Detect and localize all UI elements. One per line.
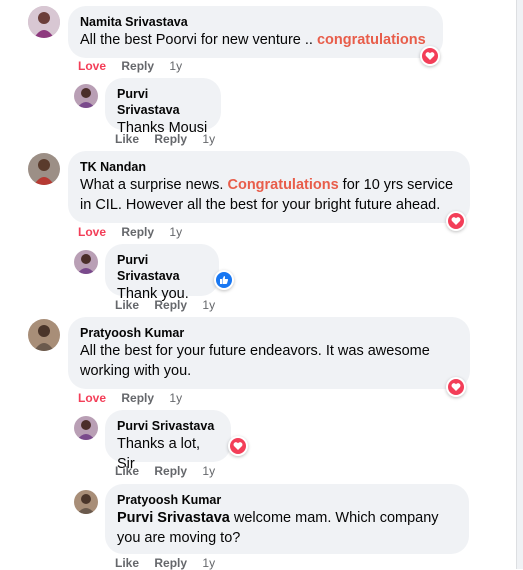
commenter-name[interactable]: Purvi Srivastava — [117, 418, 219, 434]
heart-icon — [448, 213, 464, 229]
avatar[interactable] — [28, 153, 60, 185]
reaction-badge[interactable] — [446, 211, 466, 231]
comment-text: What a surprise news. Congratulations fo… — [80, 177, 454, 213]
reaction-badge[interactable] — [214, 270, 234, 290]
heart-icon — [448, 379, 464, 395]
like-button[interactable]: Like — [115, 132, 139, 146]
reaction-badge[interactable] — [420, 46, 440, 66]
comment-actions: Love Reply 1y — [78, 59, 194, 73]
comment-bubble: Namita Srivastava All the best Poorvi fo… — [68, 6, 443, 58]
commenter-name[interactable]: Namita Srivastava — [80, 14, 431, 30]
commenter-name[interactable]: Pratyoosh Kumar — [117, 492, 457, 508]
like-button[interactable]: Like — [115, 298, 139, 312]
timestamp[interactable]: 1y — [169, 225, 182, 239]
avatar[interactable] — [74, 84, 98, 108]
reply-button[interactable]: Reply — [121, 225, 154, 239]
comment-bubble: Pratyoosh Kumar All the best for your fu… — [68, 317, 470, 389]
commenter-name[interactable]: Purvi Srivastava — [117, 252, 207, 284]
comment-text: All the best Poorvi for new venture .. c… — [80, 32, 426, 48]
reaction-badge[interactable] — [446, 377, 466, 397]
reply-button[interactable]: Reply — [121, 391, 154, 405]
comment-bubble: TK Nandan What a surprise news. Congratu… — [68, 151, 470, 223]
heart-icon — [422, 48, 438, 64]
comment-bubble: Purvi Srivastava Thank you. — [105, 244, 219, 302]
comment-text: Purvi Srivastava welcome mam. Which comp… — [117, 510, 439, 546]
comment-actions: Love Reply 1y — [78, 225, 194, 239]
avatar[interactable] — [28, 6, 60, 38]
avatar[interactable] — [74, 250, 98, 274]
reply-button[interactable]: Reply — [121, 59, 154, 73]
love-button[interactable]: Love — [78, 391, 106, 405]
highlighted-word: congratulations — [316, 32, 426, 48]
timestamp[interactable]: 1y — [202, 464, 215, 478]
timestamp[interactable]: 1y — [169, 391, 182, 405]
avatar[interactable] — [28, 319, 60, 351]
commenter-name[interactable]: Pratyoosh Kumar — [80, 325, 458, 341]
reply-button[interactable]: Reply — [154, 298, 187, 312]
comment-bubble: Purvi Srivastava Thanks Mousi — [105, 78, 221, 136]
timestamp[interactable]: 1y — [202, 298, 215, 312]
comment-actions: Like Reply 1y — [115, 464, 227, 478]
comment-bubble: Pratyoosh Kumar Purvi Srivastava welcome… — [105, 484, 469, 554]
highlighted-word: Congratulations — [227, 177, 339, 193]
comment-actions: Love Reply 1y — [78, 391, 194, 405]
like-button[interactable]: Like — [115, 556, 139, 570]
thumbs-up-icon — [216, 272, 232, 288]
commenter-name[interactable]: TK Nandan — [80, 159, 458, 175]
scrollbar-track[interactable] — [516, 0, 523, 569]
reply-button[interactable]: Reply — [154, 132, 187, 146]
heart-icon — [230, 438, 246, 454]
timestamp[interactable]: 1y — [202, 556, 215, 570]
comment-actions: Like Reply 1y — [115, 298, 227, 312]
reaction-badge[interactable] — [228, 436, 248, 456]
like-button[interactable]: Like — [115, 464, 139, 478]
mention-link[interactable]: Purvi Srivastava — [117, 510, 230, 526]
love-button[interactable]: Love — [78, 59, 106, 73]
comment-actions: Like Reply 1y — [115, 132, 227, 146]
comment-text: All the best for your future endeavors. … — [80, 343, 430, 379]
avatar[interactable] — [74, 416, 98, 440]
timestamp[interactable]: 1y — [169, 59, 182, 73]
reply-button[interactable]: Reply — [154, 464, 187, 478]
commenter-name[interactable]: Purvi Srivastava — [117, 86, 209, 118]
love-button[interactable]: Love — [78, 225, 106, 239]
comment-actions: Like Reply 1y — [115, 556, 227, 570]
timestamp[interactable]: 1y — [202, 132, 215, 146]
comment-bubble: Purvi Srivastava Thanks a lot, Sir — [105, 410, 231, 472]
reply-button[interactable]: Reply — [154, 556, 187, 570]
avatar[interactable] — [74, 490, 98, 514]
